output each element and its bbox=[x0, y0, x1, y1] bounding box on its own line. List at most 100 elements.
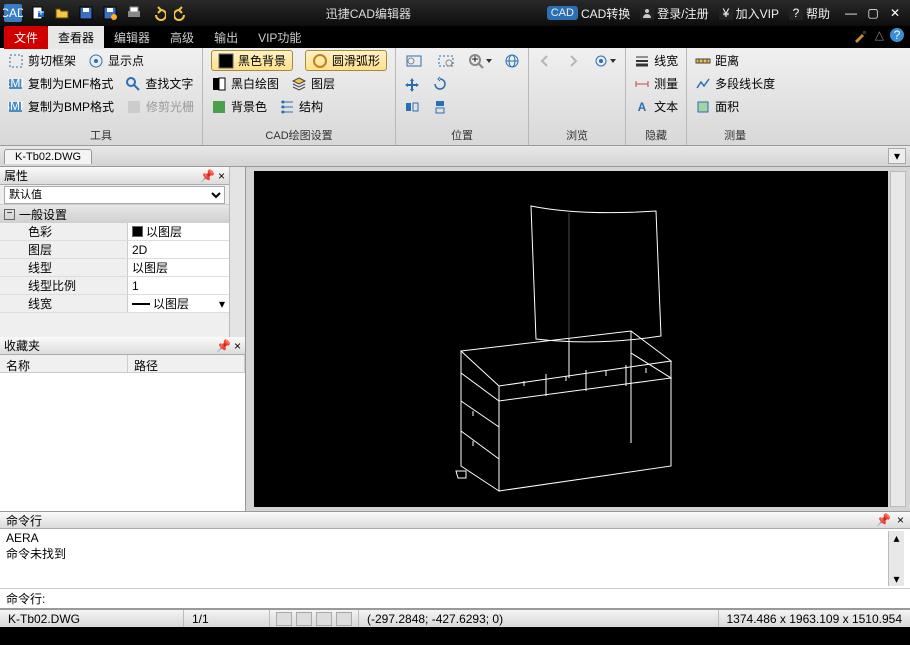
vip-link[interactable]: ¥加入VIP bbox=[715, 3, 783, 24]
cut-frame-button[interactable]: 剪切框架 bbox=[8, 52, 76, 69]
open-file-icon[interactable] bbox=[51, 2, 73, 24]
ribbon-label-hide: 隐藏 bbox=[634, 127, 678, 145]
distance-button[interactable]: 距离 bbox=[695, 52, 739, 69]
tab-editor[interactable]: 编辑器 bbox=[104, 26, 160, 49]
black-bg-button[interactable]: 黑色背景 bbox=[211, 50, 293, 71]
command-input[interactable] bbox=[49, 593, 904, 605]
prop-linescale[interactable]: 1 bbox=[128, 277, 229, 294]
layer-button[interactable]: 图层 bbox=[291, 75, 335, 92]
structure-button[interactable]: 结构 bbox=[279, 98, 323, 115]
tab-viewer[interactable]: 查看器 bbox=[48, 26, 104, 49]
prop-color[interactable]: 以图层 bbox=[128, 223, 229, 240]
pin-icon[interactable]: 📌 bbox=[200, 169, 214, 183]
ribbon-label-browse: 浏览 bbox=[537, 127, 617, 145]
app-icon: CAD bbox=[0, 0, 26, 26]
minimize-button[interactable]: — bbox=[840, 3, 862, 23]
copy-bmp-button[interactable]: BMP复制为BMP格式 bbox=[8, 98, 114, 115]
save-as-icon[interactable] bbox=[99, 2, 121, 24]
collections-panel-header: 收藏夹 📌 × bbox=[0, 337, 245, 355]
zoom-dropdown[interactable]: + bbox=[468, 53, 492, 69]
maximize-button[interactable]: ▢ bbox=[862, 3, 884, 23]
prev-icon[interactable] bbox=[537, 53, 553, 69]
properties-scrollbar[interactable] bbox=[229, 167, 245, 337]
col-header-name[interactable]: 名称 bbox=[0, 355, 128, 372]
canvas-scrollbar-v[interactable] bbox=[890, 171, 906, 507]
measure-vis-button[interactable]: 测量 bbox=[634, 75, 678, 92]
prop-layer[interactable]: 2D bbox=[128, 241, 229, 258]
ribbon: 剪切框架 显示点 EMF复制为EMF格式 查找文字 BMP复制为BMP格式 修剪… bbox=[0, 48, 910, 146]
ortho-toggle[interactable] bbox=[316, 612, 332, 626]
history-scrollbar[interactable]: ▴▾ bbox=[888, 531, 904, 586]
ribbon-collapse-icon[interactable]: △ bbox=[875, 28, 884, 47]
ribbon-group-hide: 线宽 测量 A文本 隐藏 bbox=[626, 48, 687, 145]
print-icon[interactable] bbox=[123, 2, 145, 24]
show-point-button[interactable]: 显示点 bbox=[88, 52, 144, 69]
help-icon[interactable]: ? bbox=[890, 28, 904, 47]
properties-panel-header: 属性 📌 × bbox=[0, 167, 229, 185]
globe-icon[interactable] bbox=[504, 53, 520, 69]
trim-raster-button[interactable]: 修剪光栅 bbox=[126, 98, 194, 115]
drawing-canvas[interactable] bbox=[254, 171, 888, 507]
tab-file[interactable]: 文件 bbox=[4, 26, 48, 49]
command-history: AERA 命令未找到 ▴▾ bbox=[0, 529, 910, 589]
ribbon-group-browse: 浏览 bbox=[529, 48, 626, 145]
cad-convert-link[interactable]: CADCAD转换 bbox=[543, 3, 635, 24]
status-mode-icons bbox=[270, 610, 359, 627]
tab-output[interactable]: 输出 bbox=[204, 26, 248, 49]
pin-icon[interactable]: 📌 bbox=[876, 513, 891, 527]
tab-list-dropdown[interactable]: ▾ bbox=[888, 148, 906, 164]
brush-icon[interactable] bbox=[853, 28, 869, 47]
svg-text:?: ? bbox=[894, 28, 901, 42]
collections-list[interactable] bbox=[0, 373, 245, 511]
svg-text:A: A bbox=[638, 100, 647, 114]
panel-close-icon[interactable]: × bbox=[897, 513, 904, 527]
prop-linetype[interactable]: 以图层 bbox=[128, 259, 229, 276]
document-tab[interactable]: K-Tb02.DWG bbox=[4, 149, 92, 164]
new-file-icon[interactable]: + bbox=[27, 2, 49, 24]
bg-color-button[interactable]: 背景色 bbox=[211, 98, 267, 115]
ribbon-label-position: 位置 bbox=[404, 127, 520, 145]
prop-lineweight[interactable]: 以图层▾ bbox=[128, 295, 229, 312]
flip-v-icon[interactable] bbox=[432, 99, 448, 115]
bw-draw-button[interactable]: 黑白绘图 bbox=[211, 75, 279, 92]
zoom-fit-icon[interactable] bbox=[404, 53, 424, 69]
help-link[interactable]: ?帮助 bbox=[785, 3, 834, 24]
undo-icon[interactable] bbox=[147, 2, 169, 24]
polar-toggle[interactable] bbox=[336, 612, 352, 626]
col-header-path[interactable]: 路径 bbox=[128, 355, 245, 372]
tab-vip[interactable]: VIP功能 bbox=[248, 26, 311, 49]
polyline-length-button[interactable]: 多段线长度 bbox=[695, 75, 775, 92]
close-button[interactable]: ✕ bbox=[884, 3, 906, 23]
ribbon-group-cad-settings: 黑色背景 圆滑弧形 黑白绘图 图层 背景色 结构 CAD绘图设置 bbox=[203, 48, 396, 145]
text-vis-button[interactable]: A文本 bbox=[634, 98, 678, 115]
document-tab-bar: K-Tb02.DWG ▾ bbox=[0, 146, 910, 167]
status-page: 1/1 bbox=[184, 610, 270, 627]
login-link[interactable]: 登录/注册 bbox=[636, 3, 712, 24]
copy-emf-button[interactable]: EMF复制为EMF格式 bbox=[8, 75, 113, 92]
redo-icon[interactable] bbox=[171, 2, 193, 24]
ribbon-group-tools: 剪切框架 显示点 EMF复制为EMF格式 查找文字 BMP复制为BMP格式 修剪… bbox=[0, 48, 203, 145]
save-icon[interactable] bbox=[75, 2, 97, 24]
tab-advanced[interactable]: 高级 bbox=[160, 26, 204, 49]
find-text-button[interactable]: 查找文字 bbox=[125, 75, 193, 92]
svg-text:¥: ¥ bbox=[721, 6, 729, 20]
snap-toggle[interactable] bbox=[276, 612, 292, 626]
prop-category-general[interactable]: −一般设置 bbox=[0, 205, 229, 223]
rotate-view-icon[interactable] bbox=[432, 76, 448, 92]
ribbon-label-cad-settings: CAD绘图设置 bbox=[211, 127, 387, 145]
pan-icon[interactable] bbox=[404, 76, 420, 92]
linewidth-button[interactable]: 线宽 bbox=[634, 52, 678, 69]
panel-close-icon[interactable]: × bbox=[234, 339, 241, 353]
selection-combo[interactable]: 默认值 bbox=[4, 186, 225, 204]
panel-close-icon[interactable]: × bbox=[218, 169, 225, 183]
pin-icon[interactable]: 📌 bbox=[216, 339, 230, 353]
zoom-window-icon[interactable] bbox=[436, 53, 456, 69]
flip-h-icon[interactable] bbox=[404, 99, 420, 115]
next-icon[interactable] bbox=[565, 53, 581, 69]
grid-toggle[interactable] bbox=[296, 612, 312, 626]
app-title: 迅捷CAD编辑器 bbox=[194, 5, 543, 22]
area-button[interactable]: 面积 bbox=[695, 98, 739, 115]
smooth-arc-button[interactable]: 圆滑弧形 bbox=[305, 50, 387, 71]
view-dropdown[interactable] bbox=[593, 53, 617, 69]
svg-text:?: ? bbox=[793, 6, 800, 20]
